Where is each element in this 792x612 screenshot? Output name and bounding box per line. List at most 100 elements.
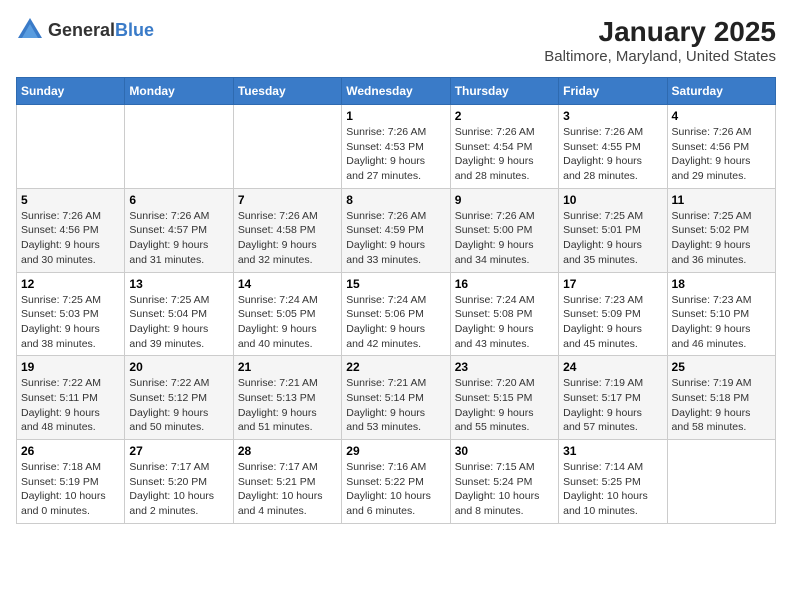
calendar-cell: 1Sunrise: 7:26 AM Sunset: 4:53 PM Daylig… <box>342 105 450 189</box>
day-detail: Sunrise: 7:24 AM Sunset: 5:05 PM Dayligh… <box>238 293 337 352</box>
day-number: 6 <box>129 193 228 207</box>
day-number: 21 <box>238 360 337 374</box>
day-number: 4 <box>672 109 771 123</box>
calendar-cell: 24Sunrise: 7:19 AM Sunset: 5:17 PM Dayli… <box>559 356 667 440</box>
calendar-cell: 11 Sunrise: 7:25 AM Sunset: 5:02 PM Dayli… <box>667 188 775 272</box>
calendar-cell: 15Sunrise: 7:24 AM Sunset: 5:06 PM Dayli… <box>342 272 450 356</box>
day-number: 12 <box>21 277 120 291</box>
title-block: January 2025 Baltimore, Maryland, United… <box>544 16 776 65</box>
calendar-cell: 6 Sunrise: 7:26 AM Sunset: 4:57 PM Daylig… <box>125 188 233 272</box>
day-detail: Sunrise: 7:23 AM Sunset: 5:09 PM Dayligh… <box>563 293 662 352</box>
calendar-cell: 14Sunrise: 7:24 AM Sunset: 5:05 PM Dayli… <box>233 272 341 356</box>
calendar-title: January 2025 <box>544 16 776 48</box>
calendar-cell: 12 Sunrise: 7:25 AM Sunset: 5:03 PM Dayli… <box>17 272 125 356</box>
calendar-cell: 7 Sunrise: 7:26 AM Sunset: 4:58 PM Daylig… <box>233 188 341 272</box>
week-row-4: 19 Sunrise: 7:22 AM Sunset: 5:11 PM Dayli… <box>17 356 776 440</box>
day-detail: Sunrise: 7:17 AM Sunset: 5:21 PM Dayligh… <box>238 460 337 519</box>
day-detail: Sunrise: 7:19 AM Sunset: 5:17 PM Dayligh… <box>563 376 662 435</box>
calendar-cell: 5 Sunrise: 7:26 AM Sunset: 4:56 PM Daylig… <box>17 188 125 272</box>
header-cell-sunday: Sunday <box>17 78 125 105</box>
calendar-cell: 28Sunrise: 7:17 AM Sunset: 5:21 PM Dayli… <box>233 440 341 524</box>
day-number: 5 <box>21 193 120 207</box>
day-detail: Sunrise: 7:17 AM Sunset: 5:20 PM Dayligh… <box>129 460 228 519</box>
calendar-cell <box>233 105 341 189</box>
day-detail: Sunrise: 7:26 AM Sunset: 4:56 PM Dayligh… <box>21 209 120 268</box>
day-number: 26 <box>21 444 120 458</box>
day-detail: Sunrise: 7:19 AM Sunset: 5:18 PM Dayligh… <box>672 376 771 435</box>
calendar-cell <box>17 105 125 189</box>
calendar-cell: 26 Sunrise: 7:18 AM Sunset: 5:19 PM Dayli… <box>17 440 125 524</box>
calendar-cell: 8Sunrise: 7:26 AM Sunset: 4:59 PM Daylig… <box>342 188 450 272</box>
week-row-5: 26 Sunrise: 7:18 AM Sunset: 5:19 PM Dayli… <box>17 440 776 524</box>
day-detail: Sunrise: 7:26 AM Sunset: 5:00 PM Dayligh… <box>455 209 554 268</box>
day-detail: Sunrise: 7:26 AM Sunset: 4:54 PM Dayligh… <box>455 125 554 184</box>
calendar-table: SundayMondayTuesdayWednesdayThursdayFrid… <box>16 77 776 524</box>
logo: GeneralBlue <box>16 16 154 44</box>
header-cell-wednesday: Wednesday <box>342 78 450 105</box>
day-number: 17 <box>563 277 662 291</box>
day-number: 20 <box>129 360 228 374</box>
header-cell-saturday: Saturday <box>667 78 775 105</box>
calendar-cell: 4 Sunrise: 7:26 AM Sunset: 4:56 PM Daylig… <box>667 105 775 189</box>
day-detail: Sunrise: 7:26 AM Sunset: 4:57 PM Dayligh… <box>129 209 228 268</box>
header-cell-thursday: Thursday <box>450 78 558 105</box>
day-detail: Sunrise: 7:16 AM Sunset: 5:22 PM Dayligh… <box>346 460 445 519</box>
calendar-cell: 13 Sunrise: 7:25 AM Sunset: 5:04 PM Dayli… <box>125 272 233 356</box>
calendar-cell: 31 Sunrise: 7:14 AM Sunset: 5:25 PM Dayli… <box>559 440 667 524</box>
day-number: 10 <box>563 193 662 207</box>
calendar-body: 1Sunrise: 7:26 AM Sunset: 4:53 PM Daylig… <box>17 105 776 524</box>
calendar-cell <box>125 105 233 189</box>
day-detail: Sunrise: 7:21 AM Sunset: 5:13 PM Dayligh… <box>238 376 337 435</box>
calendar-cell: 27 Sunrise: 7:17 AM Sunset: 5:20 PM Dayli… <box>125 440 233 524</box>
day-detail: Sunrise: 7:26 AM Sunset: 4:58 PM Dayligh… <box>238 209 337 268</box>
day-number: 7 <box>238 193 337 207</box>
day-detail: Sunrise: 7:26 AM Sunset: 4:59 PM Dayligh… <box>346 209 445 268</box>
day-detail: Sunrise: 7:25 AM Sunset: 5:03 PM Dayligh… <box>21 293 120 352</box>
day-number: 1 <box>346 109 445 123</box>
day-detail: Sunrise: 7:25 AM Sunset: 5:02 PM Dayligh… <box>672 209 771 268</box>
day-detail: Sunrise: 7:20 AM Sunset: 5:15 PM Dayligh… <box>455 376 554 435</box>
calendar-cell: 2 Sunrise: 7:26 AM Sunset: 4:54 PM Daylig… <box>450 105 558 189</box>
day-number: 9 <box>455 193 554 207</box>
calendar-cell: 30 Sunrise: 7:15 AM Sunset: 5:24 PM Dayli… <box>450 440 558 524</box>
calendar-cell: 10 Sunrise: 7:25 AM Sunset: 5:01 PM Dayli… <box>559 188 667 272</box>
day-detail: Sunrise: 7:21 AM Sunset: 5:14 PM Dayligh… <box>346 376 445 435</box>
week-row-2: 5 Sunrise: 7:26 AM Sunset: 4:56 PM Daylig… <box>17 188 776 272</box>
day-number: 31 <box>563 444 662 458</box>
day-detail: Sunrise: 7:24 AM Sunset: 5:06 PM Dayligh… <box>346 293 445 352</box>
day-detail: Sunrise: 7:22 AM Sunset: 5:11 PM Dayligh… <box>21 376 120 435</box>
day-detail: Sunrise: 7:26 AM Sunset: 4:55 PM Dayligh… <box>563 125 662 184</box>
day-detail: Sunrise: 7:24 AM Sunset: 5:08 PM Dayligh… <box>455 293 554 352</box>
header-cell-friday: Friday <box>559 78 667 105</box>
calendar-cell: 29 Sunrise: 7:16 AM Sunset: 5:22 PM Dayli… <box>342 440 450 524</box>
week-row-1: 1Sunrise: 7:26 AM Sunset: 4:53 PM Daylig… <box>17 105 776 189</box>
calendar-cell: 20Sunrise: 7:22 AM Sunset: 5:12 PM Dayli… <box>125 356 233 440</box>
day-detail: Sunrise: 7:15 AM Sunset: 5:24 PM Dayligh… <box>455 460 554 519</box>
day-number: 19 <box>21 360 120 374</box>
day-number: 23 <box>455 360 554 374</box>
header-row: SundayMondayTuesdayWednesdayThursdayFrid… <box>17 78 776 105</box>
calendar-cell: 3Sunrise: 7:26 AM Sunset: 4:55 PM Daylig… <box>559 105 667 189</box>
logo-icon <box>16 16 44 44</box>
day-detail: Sunrise: 7:23 AM Sunset: 5:10 PM Dayligh… <box>672 293 771 352</box>
day-number: 22 <box>346 360 445 374</box>
calendar-cell: 18Sunrise: 7:23 AM Sunset: 5:10 PM Dayli… <box>667 272 775 356</box>
day-detail: Sunrise: 7:14 AM Sunset: 5:25 PM Dayligh… <box>563 460 662 519</box>
day-number: 16 <box>455 277 554 291</box>
day-detail: Sunrise: 7:26 AM Sunset: 4:56 PM Dayligh… <box>672 125 771 184</box>
day-number: 29 <box>346 444 445 458</box>
header-cell-monday: Monday <box>125 78 233 105</box>
day-number: 2 <box>455 109 554 123</box>
day-detail: Sunrise: 7:25 AM Sunset: 5:04 PM Dayligh… <box>129 293 228 352</box>
day-number: 11 <box>672 193 771 207</box>
calendar-cell: 16 Sunrise: 7:24 AM Sunset: 5:08 PM Dayli… <box>450 272 558 356</box>
day-number: 27 <box>129 444 228 458</box>
calendar-cell: 25 Sunrise: 7:19 AM Sunset: 5:18 PM Dayli… <box>667 356 775 440</box>
day-detail: Sunrise: 7:18 AM Sunset: 5:19 PM Dayligh… <box>21 460 120 519</box>
day-detail: Sunrise: 7:25 AM Sunset: 5:01 PM Dayligh… <box>563 209 662 268</box>
page-header: GeneralBlue January 2025 Baltimore, Mary… <box>16 16 776 65</box>
day-number: 13 <box>129 277 228 291</box>
day-number: 25 <box>672 360 771 374</box>
day-number: 30 <box>455 444 554 458</box>
logo-blue-text: Blue <box>115 20 154 40</box>
